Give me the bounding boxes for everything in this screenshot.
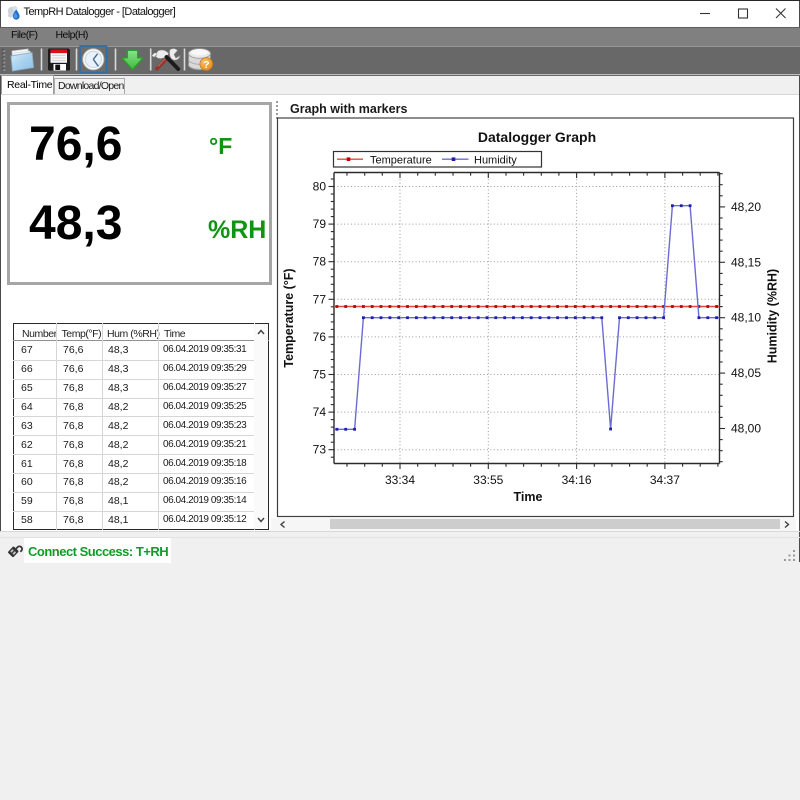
svg-text:80: 80	[313, 180, 327, 194]
svg-text:48,00: 48,00	[731, 422, 761, 436]
svg-text:34:16: 34:16	[562, 473, 592, 487]
svg-text:33:55: 33:55	[473, 473, 503, 487]
svg-text:Graph with markers: Graph with markers	[290, 102, 407, 116]
svg-text:Temperature (°F): Temperature (°F)	[282, 268, 296, 367]
svg-text:48,05: 48,05	[731, 366, 761, 380]
svg-text:Datalogger Graph: Datalogger Graph	[478, 129, 596, 145]
svg-text:48,10: 48,10	[731, 311, 761, 325]
svg-text:48,20: 48,20	[731, 200, 761, 214]
svg-text:Humidity (%RH): Humidity (%RH)	[766, 269, 780, 363]
svg-text:75: 75	[313, 368, 327, 382]
svg-text:Time: Time	[514, 490, 543, 504]
svg-text:76: 76	[313, 330, 327, 344]
svg-text:33:34: 33:34	[385, 473, 415, 487]
svg-text:Temperature: Temperature	[370, 155, 432, 167]
svg-text:34:37: 34:37	[650, 473, 680, 487]
svg-text:48,15: 48,15	[731, 255, 761, 269]
svg-text:78: 78	[313, 255, 327, 269]
svg-text:79: 79	[313, 217, 327, 231]
svg-text:73: 73	[313, 443, 327, 457]
svg-text:?: ?	[203, 59, 209, 71]
svg-text:74: 74	[313, 405, 327, 419]
svg-text:Humidity: Humidity	[474, 155, 517, 167]
svg-text:77: 77	[313, 292, 327, 306]
